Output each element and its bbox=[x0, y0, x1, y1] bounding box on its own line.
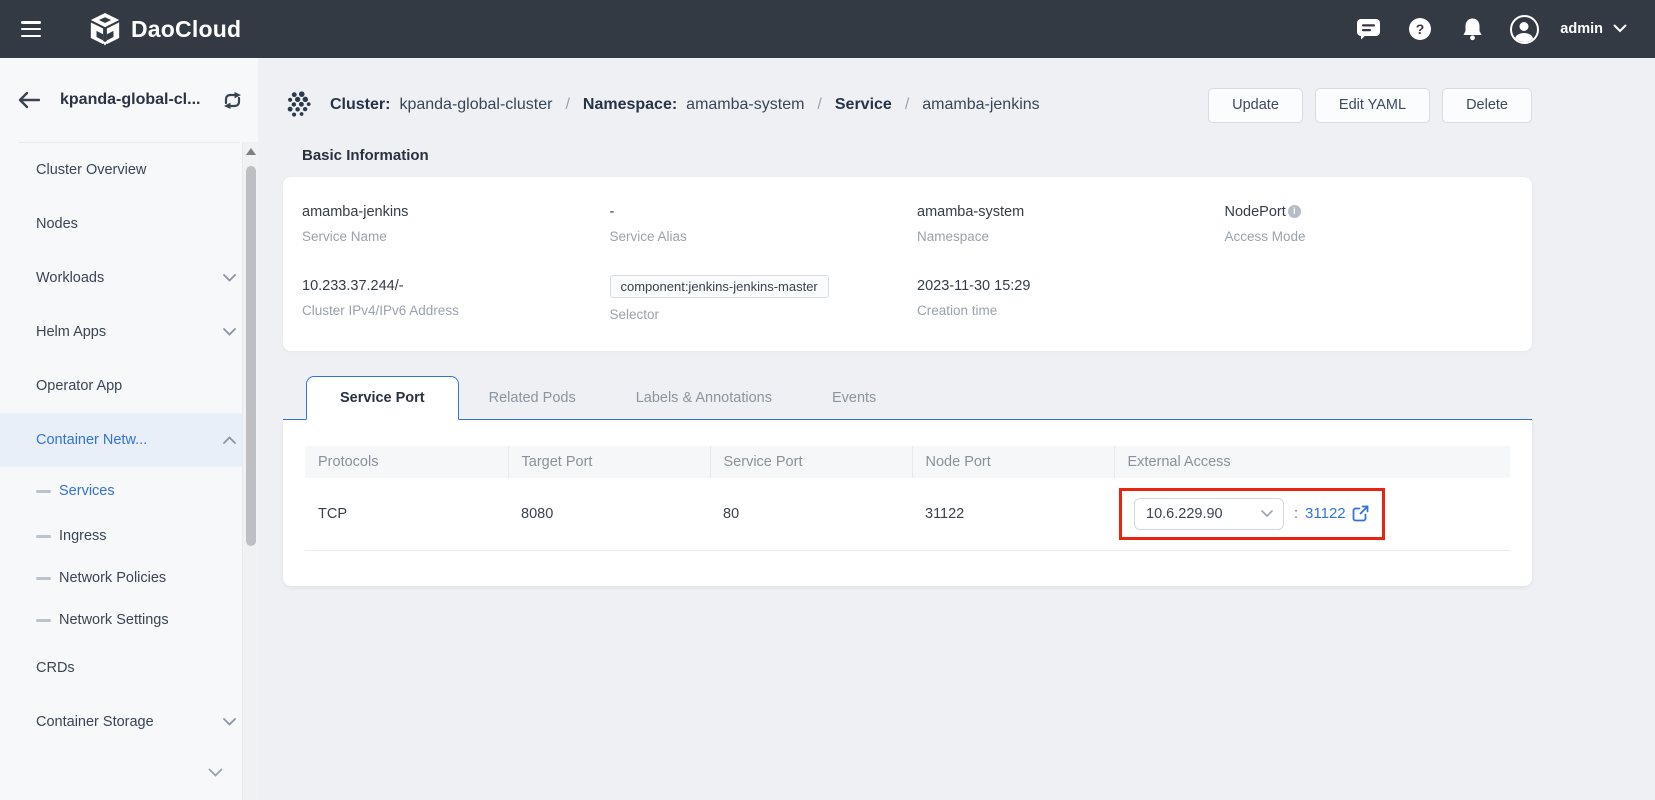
message-icon[interactable] bbox=[1342, 18, 1394, 40]
cluster-name-title: kpanda-global-cl... bbox=[60, 91, 201, 108]
top-bar: DaoCloud ? admin bbox=[0, 0, 1655, 58]
chevron-down-icon bbox=[223, 718, 236, 726]
basic-information-title: Basic Information bbox=[302, 147, 429, 164]
field-service-name: amamba-jenkins Service Name bbox=[302, 204, 409, 244]
main-content: Cluster: kpanda-global-cluster / Namespa… bbox=[258, 58, 1655, 800]
back-arrow-icon[interactable] bbox=[18, 91, 40, 109]
sidebar: kpanda-global-cl... Cluster Overview Nod… bbox=[0, 58, 258, 800]
breadcrumb-cluster-label: Cluster: bbox=[330, 96, 391, 113]
breadcrumb-namespace-value[interactable]: amamba-system bbox=[686, 96, 804, 114]
delete-button[interactable]: Delete bbox=[1442, 87, 1532, 123]
brand-name: DaoCloud bbox=[131, 15, 242, 42]
breadcrumb-separator: / bbox=[565, 96, 570, 113]
external-port-link[interactable]: 31122 bbox=[1305, 505, 1346, 522]
sidebar-item-container-network[interactable]: Container Netw... bbox=[0, 413, 258, 467]
field-access-mode: NodePort i Access Mode bbox=[1224, 204, 1306, 244]
port-colon: : bbox=[1294, 505, 1299, 522]
column-service-port: Service Port bbox=[710, 446, 913, 478]
column-protocols: Protocols bbox=[305, 446, 509, 478]
user-chevron-down-icon[interactable] bbox=[1613, 20, 1627, 38]
notification-bell-icon[interactable] bbox=[1446, 17, 1498, 41]
tab-events[interactable]: Events bbox=[802, 377, 906, 419]
breadcrumb-service-value: amamba-jenkins bbox=[922, 96, 1040, 113]
field-selector: component:jenkins-jenkins-master Selecto… bbox=[609, 275, 918, 352]
cluster-dots-icon bbox=[283, 89, 313, 121]
table-header-row: Protocols Target Port Service Port Node … bbox=[305, 446, 1510, 478]
update-button[interactable]: Update bbox=[1208, 87, 1303, 123]
field-cluster-ip: 10.233.37.244/- Cluster IPv4/IPv6 Addres… bbox=[302, 278, 459, 318]
service-port-panel: Protocols Target Port Service Port Node … bbox=[283, 420, 1532, 586]
help-icon[interactable]: ? bbox=[1394, 17, 1446, 41]
dash-icon bbox=[36, 576, 51, 580]
breadcrumb: Cluster: kpanda-global-cluster / Namespa… bbox=[283, 89, 1040, 121]
action-buttons: Update Edit YAML Delete bbox=[1208, 87, 1532, 123]
breadcrumb-separator: / bbox=[817, 96, 822, 113]
field-service-alias: - Service Alias bbox=[609, 204, 687, 244]
sidebar-item-network-policies[interactable]: Network Policies bbox=[0, 557, 258, 599]
sidebar-item-container-storage[interactable]: Container Storage bbox=[0, 695, 258, 749]
table-row: TCP 8080 80 31122 10.6.229.90 : 31122 bbox=[305, 478, 1510, 551]
breadcrumb-namespace-label: Namespace: bbox=[582, 96, 678, 113]
column-external-access: External Access bbox=[1114, 446, 1510, 478]
username[interactable]: admin bbox=[1560, 21, 1603, 37]
cell-target-port: 8080 bbox=[508, 478, 710, 551]
tab-service-port[interactable]: Service Port bbox=[306, 376, 459, 420]
tab-labels-annotations[interactable]: Labels & Annotations bbox=[606, 377, 802, 419]
detail-tabs: Service Port Related Pods Labels & Annot… bbox=[283, 376, 1532, 420]
sidebar-item-ingress[interactable]: Ingress bbox=[0, 515, 258, 557]
dash-icon bbox=[36, 489, 51, 493]
dash-icon bbox=[36, 618, 51, 622]
svg-text:?: ? bbox=[1416, 21, 1425, 37]
sidebar-item-operator-app[interactable]: Operator App bbox=[0, 359, 258, 413]
sidebar-item-services[interactable]: Services bbox=[0, 467, 258, 515]
field-empty bbox=[1225, 278, 1533, 352]
page-header: Cluster: kpanda-global-cluster / Namespa… bbox=[283, 76, 1532, 134]
sidebar-item-cluster-overview[interactable]: Cluster Overview bbox=[0, 143, 258, 197]
chevron-up-icon bbox=[223, 436, 236, 444]
column-node-port: Node Port bbox=[912, 446, 1115, 478]
field-namespace: amamba-system Namespace bbox=[917, 204, 1025, 244]
external-ip-select[interactable]: 10.6.229.90 bbox=[1134, 497, 1284, 530]
chevron-down-icon bbox=[223, 274, 236, 282]
breadcrumb-cluster-value[interactable]: kpanda-global-cluster bbox=[399, 96, 552, 114]
column-target-port: Target Port bbox=[508, 446, 711, 478]
refresh-icon[interactable] bbox=[223, 91, 242, 109]
sidebar-item-crds[interactable]: CRDs bbox=[0, 641, 258, 695]
cell-protocol: TCP bbox=[305, 478, 508, 551]
tab-related-pods[interactable]: Related Pods bbox=[459, 377, 606, 419]
scrollbar-thumb[interactable] bbox=[246, 166, 256, 546]
sidebar-menu: Cluster Overview Nodes Workloads Helm Ap… bbox=[0, 143, 258, 749]
service-port-table: Protocols Target Port Service Port Node … bbox=[305, 446, 1510, 551]
external-link-icon[interactable] bbox=[1352, 505, 1369, 522]
daocloud-cube-icon bbox=[90, 12, 120, 46]
cell-service-port: 80 bbox=[710, 478, 912, 551]
edit-yaml-button[interactable]: Edit YAML bbox=[1314, 87, 1431, 123]
selector-tag: component:jenkins-jenkins-master bbox=[609, 275, 829, 298]
info-icon[interactable]: i bbox=[1287, 205, 1301, 218]
user-avatar[interactable] bbox=[1498, 14, 1550, 44]
basic-information-card: amamba-jenkins Service Name - Service Al… bbox=[283, 177, 1532, 351]
sidebar-item-helm-apps[interactable]: Helm Apps bbox=[0, 305, 258, 359]
cell-node-port: 31122 bbox=[912, 478, 1114, 551]
sidebar-item-workloads[interactable]: Workloads bbox=[0, 251, 258, 305]
sidebar-scrollbar[interactable] bbox=[242, 142, 258, 800]
sidebar-header: kpanda-global-cl... bbox=[0, 58, 258, 142]
cell-external-access: 10.6.229.90 : 31122 bbox=[1114, 478, 1510, 551]
dash-icon bbox=[36, 534, 51, 538]
hamburger-menu-icon[interactable] bbox=[21, 21, 43, 37]
scrollbar-up-arrow-icon[interactable] bbox=[246, 148, 256, 155]
chevron-down-icon bbox=[223, 328, 236, 336]
brand-logo: DaoCloud bbox=[88, 12, 241, 46]
field-creation-time: 2023-11-30 15:29 Creation time bbox=[917, 278, 1031, 318]
breadcrumb-service-label[interactable]: Service bbox=[835, 96, 892, 114]
breadcrumb-separator: / bbox=[904, 96, 910, 113]
select-chevron-down-icon bbox=[1261, 506, 1273, 522]
annotation-highlight-box: 10.6.229.90 : 31122 bbox=[1119, 487, 1385, 540]
scroll-more-chevron-icon bbox=[208, 764, 223, 782]
sidebar-item-network-settings[interactable]: Network Settings bbox=[0, 599, 258, 641]
sidebar-item-nodes[interactable]: Nodes bbox=[0, 197, 258, 251]
